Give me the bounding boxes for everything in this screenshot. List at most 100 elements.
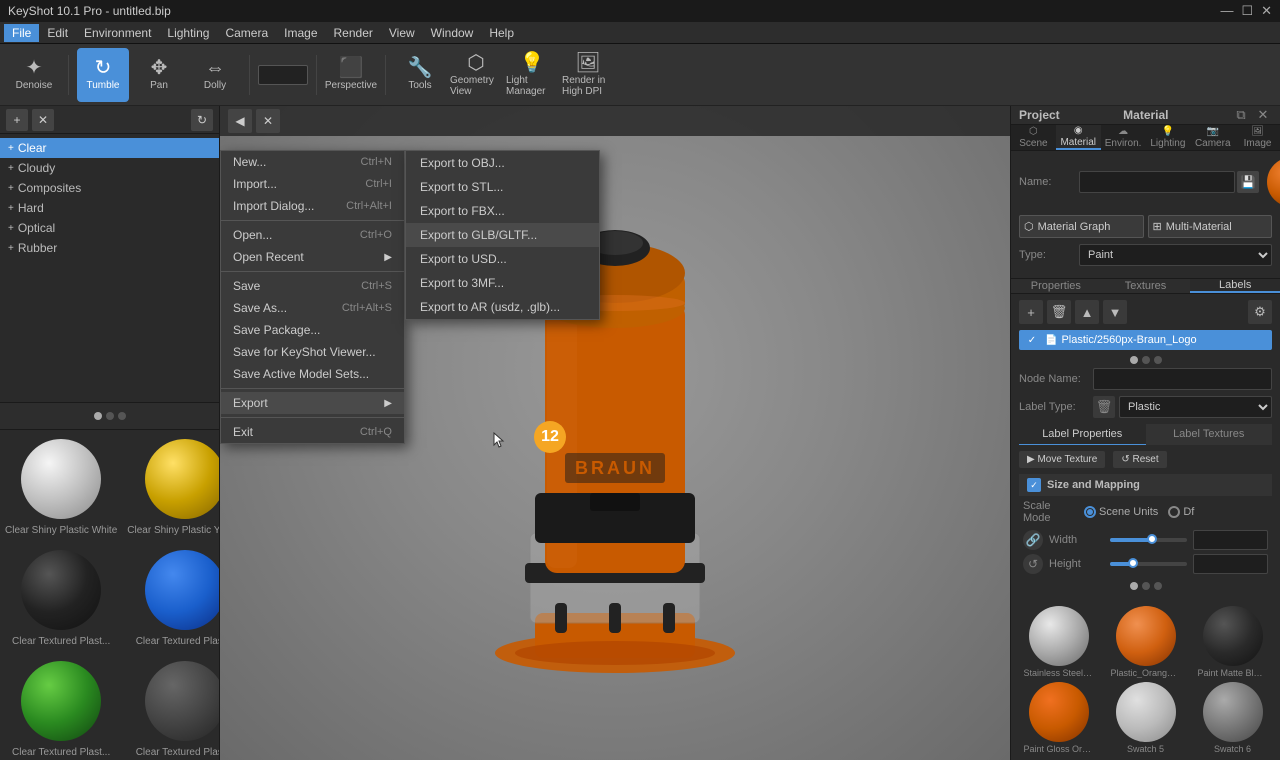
- menu-open-recent[interactable]: Open Recent ▶: [221, 246, 404, 268]
- material-graph-btn[interactable]: ⬡ Material Graph: [1019, 215, 1144, 238]
- swatch-1[interactable]: Plastic_Orange.002: [1104, 606, 1187, 678]
- menu-save[interactable]: Save Ctrl+S: [221, 275, 404, 297]
- tree-item-optical[interactable]: + Optical: [0, 218, 219, 238]
- height-slider-track[interactable]: [1110, 562, 1187, 566]
- swatch-2[interactable]: Paint Matte Black #4: [1191, 606, 1274, 678]
- menu-render[interactable]: Render: [326, 24, 381, 42]
- node-name-input[interactable]: [1093, 368, 1272, 390]
- width-slider-track[interactable]: [1110, 538, 1187, 542]
- swatch-0[interactable]: Stainless Steel Polis...: [1017, 606, 1100, 678]
- tab-camera[interactable]: 📷 Camera: [1190, 125, 1235, 150]
- menu-export[interactable]: Export ▶: [221, 392, 404, 414]
- vp-back-btn[interactable]: ◀: [228, 109, 252, 133]
- label-subtab-textures[interactable]: Label Textures: [1146, 424, 1273, 445]
- swatch-3[interactable]: Paint Gloss Orange: [1017, 682, 1100, 754]
- tree-item-rubber[interactable]: + Rubber: [0, 238, 219, 258]
- maximize-btn[interactable]: ☐: [1241, 3, 1253, 19]
- menu-camera[interactable]: Camera: [217, 24, 276, 42]
- export-fbx[interactable]: Export to FBX...: [406, 199, 599, 223]
- material-save-icon[interactable]: 💾: [1237, 171, 1259, 193]
- panel-float-btn[interactable]: ⧉: [1232, 106, 1250, 124]
- label-type-select[interactable]: Plastic: [1119, 396, 1272, 418]
- mat-thumb-3[interactable]: Clear Textured Plast...: [122, 541, 219, 652]
- menu-saveas[interactable]: Save As... Ctrl+Alt+S: [221, 297, 404, 319]
- tree-clear-btn[interactable]: ✕: [32, 109, 54, 131]
- mat-thumb-2[interactable]: Clear Textured Plast...: [0, 541, 122, 652]
- menu-environment[interactable]: Environment: [76, 24, 159, 42]
- export-ar[interactable]: Export to AR (usdz, .glb)...: [406, 295, 599, 319]
- swatch-5[interactable]: Swatch 6: [1191, 682, 1274, 754]
- prop-tab-properties[interactable]: Properties: [1011, 279, 1101, 293]
- dot-2[interactable]: [106, 412, 114, 420]
- menu-help[interactable]: Help: [481, 24, 522, 42]
- export-gltf[interactable]: Export to GLB/GLTF...: [406, 223, 599, 247]
- close-btn[interactable]: ✕: [1261, 3, 1272, 19]
- label-subtab-properties[interactable]: Label Properties: [1019, 424, 1146, 445]
- swatch-4[interactable]: Swatch 5: [1104, 682, 1187, 754]
- toolsBtn[interactable]: 🔧 Tools: [394, 48, 446, 102]
- menu-save-viewer[interactable]: Save for KeyShot Viewer...: [221, 341, 404, 363]
- dot-3[interactable]: [118, 412, 126, 420]
- mat-thumb-4[interactable]: Clear Textured Plast...: [0, 652, 122, 760]
- mat-thumb-5[interactable]: Clear Textured Plast...: [122, 652, 219, 760]
- menu-edit[interactable]: Edit: [39, 24, 76, 42]
- label-list-item-0[interactable]: ✓ 📄 Plastic/2560px-Braun_Logo: [1019, 330, 1272, 350]
- label-add-btn[interactable]: +: [1019, 300, 1043, 324]
- tab-environ[interactable]: ☁ Environ.: [1101, 125, 1146, 150]
- prop-tab-labels[interactable]: Labels: [1190, 279, 1280, 293]
- tab-image[interactable]: 🖼 Image: [1235, 125, 1280, 150]
- width-slider-thumb[interactable]: [1147, 534, 1157, 544]
- label-delete-btn[interactable]: 🗑: [1047, 300, 1071, 324]
- vp-close-btn[interactable]: ✕: [256, 109, 280, 133]
- menu-file[interactable]: File: [4, 24, 39, 42]
- height-value-input[interactable]: 0.0171 mm: [1193, 554, 1268, 574]
- perspBtn[interactable]: ⬛ Perspective: [325, 48, 377, 102]
- menu-exit[interactable]: Exit Ctrl+Q: [221, 421, 404, 443]
- denoiseBtn[interactable]: ✦ Denoise: [8, 48, 60, 102]
- mat-thumb-0[interactable]: Clear Shiny Plastic White: [0, 430, 122, 541]
- label-type-delete-btn[interactable]: 🗑: [1093, 396, 1115, 418]
- tree-item-composites[interactable]: + Composites: [0, 178, 219, 198]
- width-value-input[interactable]: 0.0405 mm: [1193, 530, 1268, 550]
- viewport[interactable]: BRAUN ◀: [220, 106, 1010, 760]
- label-up-btn[interactable]: ▲: [1075, 300, 1099, 324]
- label-checkbox-0[interactable]: ✓: [1025, 333, 1039, 347]
- panBtn[interactable]: ✥ Pan: [133, 48, 185, 102]
- type-select[interactable]: Paint: [1079, 244, 1272, 266]
- move-texture-btn[interactable]: ▶ Move Texture: [1019, 451, 1105, 468]
- tumbleBtn[interactable]: ↻ Tumble: [77, 48, 129, 102]
- menu-save-activemodel[interactable]: Save Active Model Sets...: [221, 363, 404, 385]
- height-link-btn[interactable]: ↺: [1023, 554, 1043, 574]
- tab-material[interactable]: ◉ Material: [1056, 125, 1101, 150]
- menu-import-dialog[interactable]: Import Dialog... Ctrl+Alt+I: [221, 195, 404, 217]
- dot-1[interactable]: [94, 412, 102, 420]
- menu-open[interactable]: Open... Ctrl+O: [221, 224, 404, 246]
- label-down-btn[interactable]: ▼: [1103, 300, 1127, 324]
- tab-lighting[interactable]: 💡 Lighting: [1145, 125, 1190, 150]
- export-obj[interactable]: Export to OBJ...: [406, 151, 599, 175]
- fov-input[interactable]: 50.0: [258, 65, 308, 85]
- size-mapping-section[interactable]: ✓ Size and Mapping: [1019, 474, 1272, 496]
- reset-btn[interactable]: ↺ Reset: [1113, 451, 1166, 468]
- menu-savepackage[interactable]: Save Package...: [221, 319, 404, 341]
- menu-view[interactable]: View: [381, 24, 423, 42]
- radio-scene-units[interactable]: Scene Units: [1084, 506, 1158, 518]
- menu-window[interactable]: Window: [423, 24, 482, 42]
- menu-import[interactable]: Import... Ctrl+I: [221, 173, 404, 195]
- tab-scene[interactable]: ⬡ Scene: [1011, 125, 1056, 150]
- menu-image[interactable]: Image: [276, 24, 325, 42]
- tree-refresh-btn[interactable]: ↻: [191, 109, 213, 131]
- renderHDPIBtn[interactable]: 🖼 Render in High DPI: [562, 48, 614, 102]
- material-name-input[interactable]: Paint Gloss Orange #5: [1079, 171, 1235, 193]
- export-3mf[interactable]: Export to 3MF...: [406, 271, 599, 295]
- prop-tab-textures[interactable]: Textures: [1101, 279, 1191, 293]
- label-options-btn[interactable]: ⚙: [1248, 300, 1272, 324]
- mat-thumb-1[interactable]: Clear Shiny Plastic Yellow: [122, 430, 219, 541]
- width-link-btn[interactable]: 🔗: [1023, 530, 1043, 550]
- minimize-btn[interactable]: —: [1220, 3, 1233, 19]
- lightMgrBtn[interactable]: 💡 Light Manager: [506, 48, 558, 102]
- radio-df[interactable]: Df: [1168, 506, 1194, 518]
- tree-item-hard[interactable]: + Hard: [0, 198, 219, 218]
- height-slider-thumb[interactable]: [1128, 558, 1138, 568]
- tree-item-cloudy[interactable]: + Cloudy: [0, 158, 219, 178]
